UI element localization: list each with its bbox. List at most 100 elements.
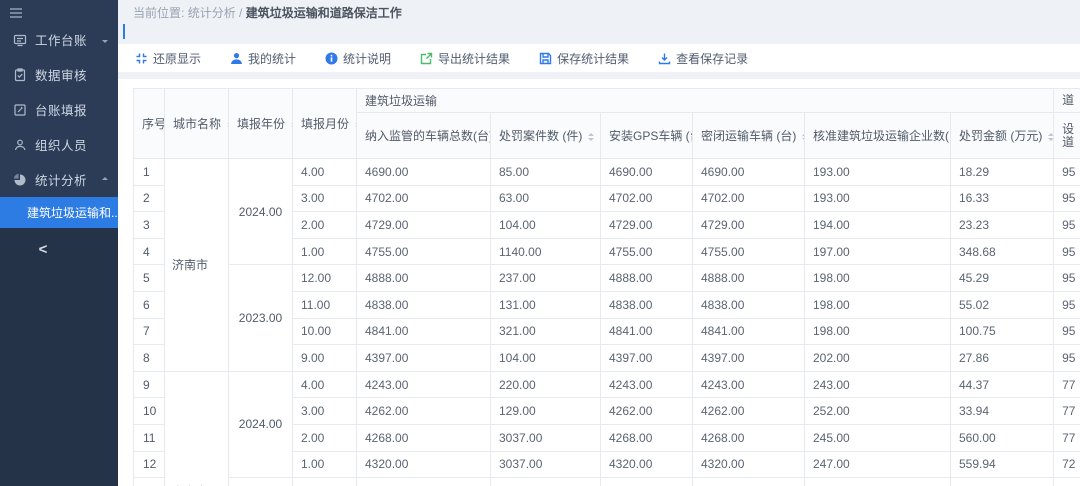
stats-table: 序号 城市名称 填报年份 填报月份 建筑垃圾运输 道 纳入监管的车辆总数(台) … xyxy=(133,88,1080,486)
sidebar-submenu-panel xyxy=(0,197,118,486)
chevron-up-icon xyxy=(102,177,108,180)
table-cell: 245.00 xyxy=(805,424,951,451)
menu-toggle-icon[interactable] xyxy=(8,5,26,21)
table-cell xyxy=(601,478,693,486)
table-cell: 95 xyxy=(1054,291,1080,318)
table-cell xyxy=(951,478,1054,486)
year-cell: 2024.00 xyxy=(229,371,293,477)
stats-table-container: 序号 城市名称 填报年份 填报月份 建筑垃圾运输 道 纳入监管的车辆总数(台) … xyxy=(133,88,1080,486)
row-index-cell: 3 xyxy=(134,212,165,239)
table-cell: 55.02 xyxy=(951,291,1054,318)
toolbar-button-label: 我的统计 xyxy=(248,50,296,67)
people-icon xyxy=(13,138,27,152)
col-header-gps-vehicles[interactable]: 安装GPS车辆 (台) xyxy=(601,113,693,159)
table-cell: 72 xyxy=(1054,451,1080,478)
my-stats-button[interactable]: 我的统计 xyxy=(230,50,296,67)
table-cell: 4262.00 xyxy=(601,398,693,425)
table-cell: 4243.00 xyxy=(601,371,693,398)
col-header-approved-enterprises[interactable]: 核准建筑垃圾运输企业数(家) xyxy=(805,113,951,159)
table-cell: 4320.00 xyxy=(601,451,693,478)
row-index-cell: 4 xyxy=(134,238,165,265)
table-cell: 4702.00 xyxy=(357,185,491,212)
sidebar-item-ledger-fill[interactable]: 台账填报 xyxy=(0,92,118,127)
text-cursor xyxy=(123,24,125,39)
stats-help-button[interactable]: 统计说明 xyxy=(325,50,391,67)
table-cell: 193.00 xyxy=(805,185,951,212)
table-cell: 193.00 xyxy=(805,159,951,186)
table-cell: 4690.00 xyxy=(357,159,491,186)
year-cell: 2023.00 xyxy=(229,265,293,371)
table-cell: 77 xyxy=(1054,424,1080,451)
table-cell: 202.00 xyxy=(805,345,951,372)
col-header-city[interactable]: 城市名称 xyxy=(165,89,229,159)
table-row: 1 济南市 2024.00 4.00 4690.00 85.00 4690.00… xyxy=(134,159,1080,186)
sidebar-item-data-audit[interactable]: 数据审核 xyxy=(0,57,118,92)
save-results-button[interactable]: 保存统计结果 xyxy=(539,50,629,67)
col-header-cut-sub: 设道 xyxy=(1054,113,1080,159)
sidebar-menu: 工作台账 数据审核 台账填报 组织人员 统计分析 xyxy=(0,22,118,197)
table-cell: 4888.00 xyxy=(357,265,491,292)
month-cell: 1.00 xyxy=(293,238,357,265)
sidebar-item-org-people[interactable]: 组织人员 xyxy=(0,127,118,162)
table-row-partial xyxy=(134,478,1080,486)
city-cell: 济南市 xyxy=(165,159,229,372)
table-cell: 4888.00 xyxy=(601,265,693,292)
month-cell: 10.00 xyxy=(293,318,357,345)
table-cell: 95 xyxy=(1054,318,1080,345)
sidebar-collapse-icon[interactable]: < xyxy=(33,240,53,260)
table-cell: 4320.00 xyxy=(357,451,491,478)
view-saved-records-button[interactable]: 查看保存记录 xyxy=(658,50,748,67)
table-cell: 4243.00 xyxy=(693,371,805,398)
user-icon xyxy=(230,52,243,65)
export-icon xyxy=(420,52,433,65)
row-index-cell: 10 xyxy=(134,398,165,425)
table-cell: 198.00 xyxy=(805,318,951,345)
table-cell: 194.00 xyxy=(805,212,951,239)
sidebar-subitem-construction-waste[interactable]: 建筑垃圾运输和... xyxy=(0,197,118,228)
sidebar-item-stats-analysis[interactable]: 统计分析 xyxy=(0,162,118,197)
city-cell: 青岛市 xyxy=(165,371,229,486)
table-cell: 4262.00 xyxy=(693,398,805,425)
export-results-button[interactable]: 导出统计结果 xyxy=(420,50,510,67)
table-cell: 559.94 xyxy=(951,451,1054,478)
sort-icon[interactable] xyxy=(1048,133,1053,141)
restore-display-button[interactable]: 还原显示 xyxy=(135,50,201,67)
sidebar-subitem-label: 建筑垃圾运输和... xyxy=(27,204,118,221)
table-cell: 243.00 xyxy=(805,371,951,398)
col-header-sealed-vehicles[interactable]: 密闭运输车辆 (台) xyxy=(693,113,805,159)
table-cell: 4397.00 xyxy=(601,345,693,372)
table-cell: 348.68 xyxy=(951,238,1054,265)
table-cell: 252.00 xyxy=(805,398,951,425)
row-index-cell: 2 xyxy=(134,185,165,212)
table-cell: 4838.00 xyxy=(601,291,693,318)
table-cell: 198.00 xyxy=(805,265,951,292)
row-index-cell: 6 xyxy=(134,291,165,318)
sidebar-item-label: 组织人员 xyxy=(35,135,108,154)
col-header-seq: 序号 xyxy=(134,89,165,159)
table-cell: 18.29 xyxy=(951,159,1054,186)
breadcrumb-separator: / xyxy=(239,6,242,20)
breadcrumb-prefix: 当前位置: xyxy=(133,6,184,20)
table-cell: 95 xyxy=(1054,185,1080,212)
toolbar-button-label: 导出统计结果 xyxy=(438,50,510,67)
month-cell: 3.00 xyxy=(293,398,357,425)
col-header-year[interactable]: 填报年份 xyxy=(229,89,293,159)
breadcrumb-section[interactable]: 统计分析 xyxy=(188,6,236,20)
table-cell xyxy=(805,478,951,486)
table-cell: 4268.00 xyxy=(693,424,805,451)
col-header-month[interactable]: 填报月份 xyxy=(293,89,357,159)
table-cell: 198.00 xyxy=(805,291,951,318)
toolbar-button-label: 保存统计结果 xyxy=(557,50,629,67)
table-cell: 4841.00 xyxy=(601,318,693,345)
col-header-penalty-amount[interactable]: 处罚金额 (万元) xyxy=(951,113,1054,159)
year-cell xyxy=(229,478,293,486)
col-header-supervised-vehicles[interactable]: 纳入监管的车辆总数(台) xyxy=(357,113,491,159)
month-cell: 4.00 xyxy=(293,371,357,398)
row-index-cell: 9 xyxy=(134,371,165,398)
table-cell: 4888.00 xyxy=(693,265,805,292)
table-cell: 4838.00 xyxy=(357,291,491,318)
sidebar-item-work-ledger[interactable]: 工作台账 xyxy=(0,22,118,57)
sort-icon[interactable] xyxy=(588,133,594,141)
col-header-penalty-cases[interactable]: 处罚案件数 (件) xyxy=(491,113,601,159)
table-cell: 95 xyxy=(1054,159,1080,186)
